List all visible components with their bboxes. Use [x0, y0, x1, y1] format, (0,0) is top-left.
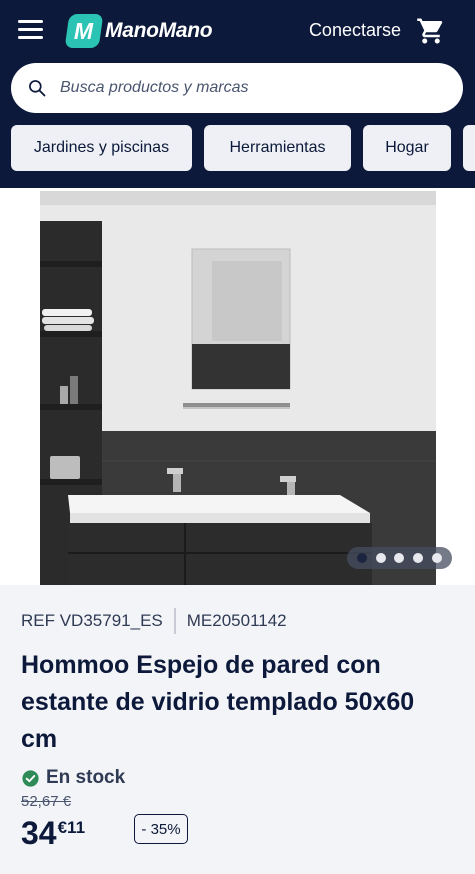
top-header: M ManoMano Conectarse Jardines y piscina… — [0, 0, 475, 188]
gallery-dot[interactable] — [394, 553, 405, 563]
product-references: REF VD35791_ES ME20501142 — [21, 608, 287, 634]
product-code: ME20501142 — [186, 611, 287, 630]
gallery-dot[interactable] — [357, 553, 368, 563]
current-price: 34 €11 — [21, 813, 85, 853]
search-icon — [29, 80, 46, 97]
category-nav: Jardines y piscinas Herramientas Hogar — [11, 125, 475, 171]
gallery-dot[interactable] — [375, 553, 386, 563]
product-info: REF VD35791_ES ME20501142 Hommoo Espejo … — [0, 585, 475, 874]
category-chip-herramientas[interactable]: Herramientas — [204, 125, 351, 171]
stock-label: En stock — [46, 767, 126, 788]
menu-icon[interactable] — [18, 20, 44, 42]
product-gallery[interactable] — [0, 188, 475, 585]
gallery-dot[interactable] — [431, 553, 442, 563]
old-price: 52,67 € — [21, 793, 72, 810]
product-image[interactable] — [40, 191, 436, 585]
brand-logo-badge: M — [64, 14, 104, 48]
category-chip-jardines[interactable]: Jardines y piscinas — [11, 125, 192, 171]
search-input[interactable] — [58, 78, 442, 98]
price-decimal: €11 — [57, 818, 86, 837]
category-chip-hogar[interactable]: Hogar — [363, 125, 451, 171]
check-circle-icon — [22, 769, 39, 787]
brand-logo-text: ManoMano — [105, 19, 213, 42]
login-link[interactable]: Conectarse — [309, 20, 401, 41]
search-bar[interactable] — [11, 63, 463, 113]
category-chip-next[interactable] — [463, 125, 475, 171]
stock-status: En stock — [22, 767, 125, 789]
brand-logo[interactable]: M ManoMano — [64, 13, 213, 49]
gallery-dot[interactable] — [413, 553, 424, 563]
product-ref: REF VD35791_ES — [21, 611, 163, 630]
divider — [173, 608, 176, 634]
discount-badge: - 35% — [134, 814, 188, 844]
price-integer: 34 — [21, 815, 57, 851]
product-title: Hommoo Espejo de pared con estante de vi… — [21, 651, 415, 753]
gallery-pagination[interactable] — [347, 547, 452, 569]
cart-icon[interactable] — [416, 16, 446, 46]
